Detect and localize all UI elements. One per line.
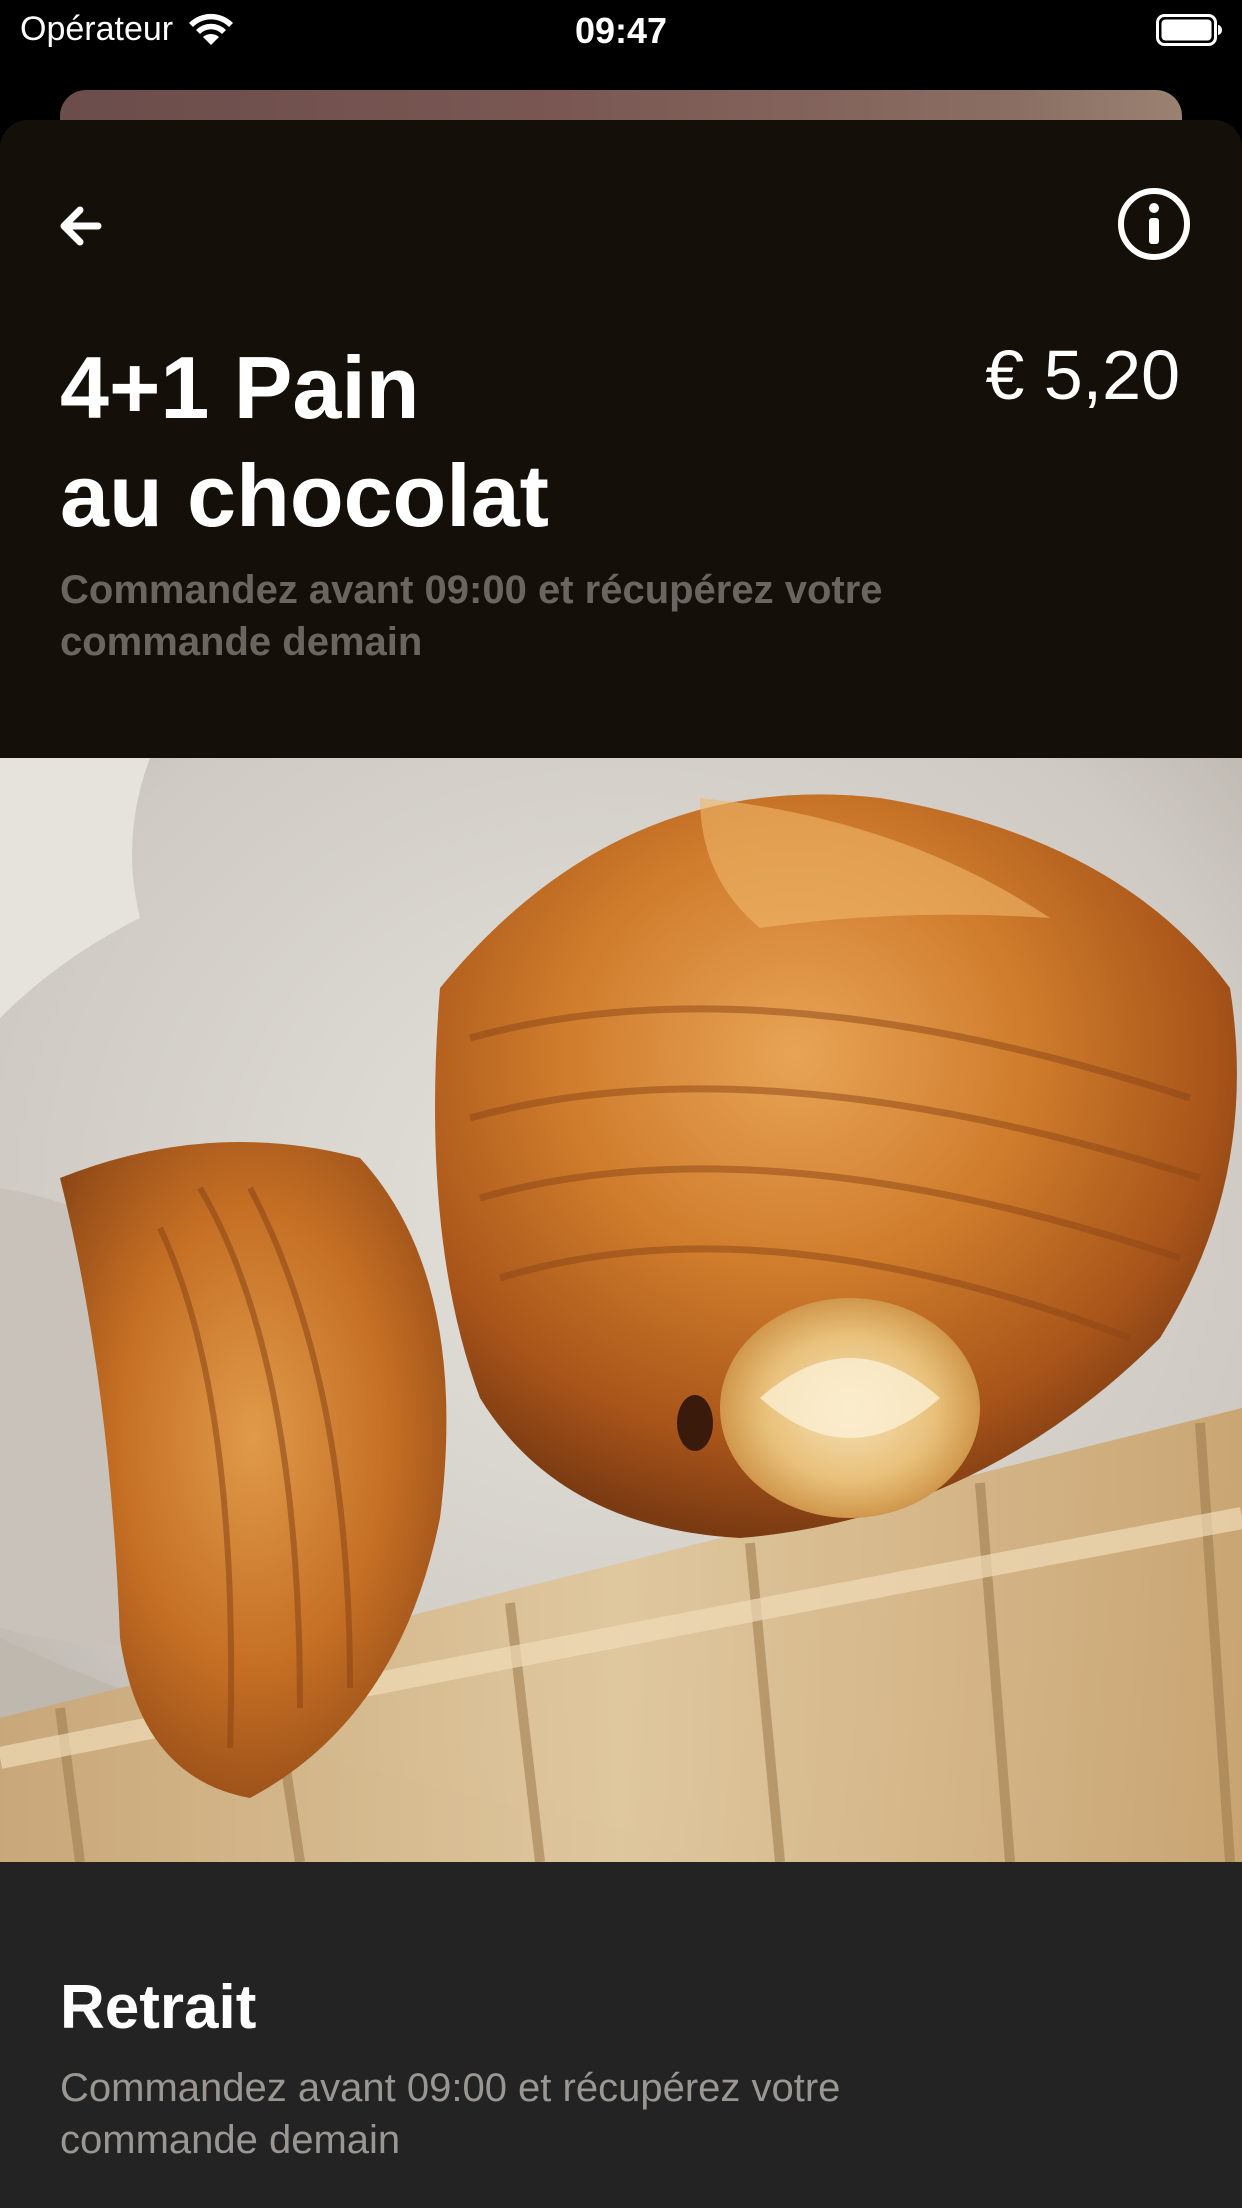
product-photo xyxy=(0,758,1242,1862)
product-subtitle-line1: Commandez avant 09:00 et récupérez votre xyxy=(60,568,883,612)
product-subtitle-line2: commande demain xyxy=(60,620,423,664)
product-title: 4+1 Pain au chocolat xyxy=(60,334,860,550)
status-bar: Opérateur 09:47 xyxy=(0,0,1242,62)
status-time: 09:47 xyxy=(574,10,668,51)
battery-icon xyxy=(1156,14,1222,46)
arrow-left-icon xyxy=(60,206,102,246)
product-header: 4+1 Pain au chocolat € 5,20 Commandez av… xyxy=(0,120,1242,758)
pastry-basket-image xyxy=(0,758,1242,1862)
info-button[interactable] xyxy=(1116,186,1192,262)
product-title-line1: 4+1 Pain xyxy=(60,338,420,437)
pickup-section: Retrait Commandez avant 09:00 et récupér… xyxy=(0,1862,1242,2208)
product-subtitle: Commandez avant 09:00 et récupérez votre… xyxy=(60,564,1060,668)
pickup-text-line2: commande demain xyxy=(60,2118,401,2162)
back-button[interactable] xyxy=(50,196,110,256)
info-icon xyxy=(1118,188,1190,260)
product-sheet: 4+1 Pain au chocolat € 5,20 Commandez av… xyxy=(0,120,1242,2208)
pickup-text-line1: Commandez avant 09:00 et récupérez votre xyxy=(60,2066,841,2110)
pickup-text: Commandez avant 09:00 et récupérez votre… xyxy=(60,2062,1110,2166)
product-title-line2: au chocolat xyxy=(60,446,549,545)
pickup-title: Retrait xyxy=(60,1973,257,2042)
product-price: € 5,20 xyxy=(985,336,1180,414)
